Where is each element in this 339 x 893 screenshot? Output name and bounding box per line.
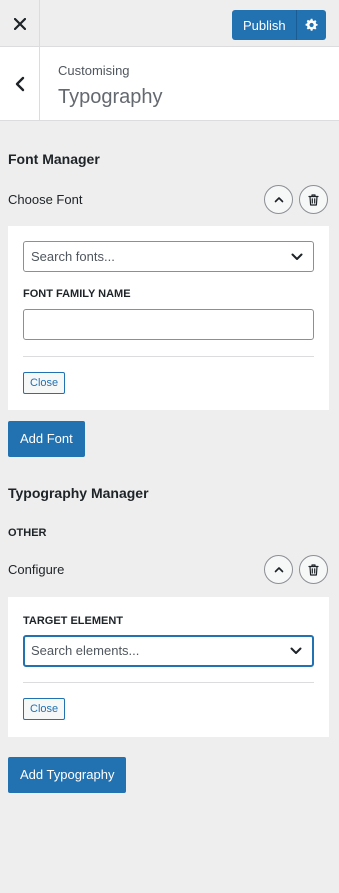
divider xyxy=(23,356,314,357)
choose-font-label: Choose Font xyxy=(8,192,83,207)
customizer-topbar: Publish xyxy=(0,0,339,47)
configure-label: Configure xyxy=(8,562,65,577)
chevron-up-icon xyxy=(274,567,283,573)
font-family-name-label: FONT FAMILY NAME xyxy=(23,288,131,300)
breadcrumb: Customising xyxy=(58,63,130,78)
font-settings-panel: Search fonts... FONT FAMILY NAME Close xyxy=(8,226,329,410)
font-search-placeholder: Search fonts... xyxy=(31,249,115,264)
typography-collapse-button[interactable] xyxy=(264,555,293,584)
font-collapse-button[interactable] xyxy=(264,185,293,214)
chevron-down-icon xyxy=(291,253,303,260)
font-delete-button[interactable] xyxy=(299,185,328,214)
typography-manager-title: Typography Manager xyxy=(8,485,149,501)
gear-icon xyxy=(305,18,318,31)
chevron-down-icon xyxy=(290,647,302,654)
close-icon xyxy=(13,17,26,30)
add-font-button[interactable]: Add Font xyxy=(8,421,85,457)
group-label-other: OTHER xyxy=(8,527,47,539)
typography-settings-panel: TARGET ELEMENT Search elements... Close xyxy=(8,597,329,737)
publish-label: Publish xyxy=(243,17,286,33)
element-search-placeholder: Search elements... xyxy=(31,643,140,658)
typography-close-button[interactable]: Close xyxy=(23,698,66,720)
page-title: Typography xyxy=(58,86,163,108)
chevron-up-icon xyxy=(274,197,283,203)
divider xyxy=(23,682,314,683)
publish-button[interactable]: Publish xyxy=(232,10,326,40)
trash-icon xyxy=(308,563,319,576)
back-button[interactable] xyxy=(0,47,40,120)
typography-delete-button[interactable] xyxy=(299,555,328,584)
font-manager-title: Font Manager xyxy=(8,151,100,167)
chevron-left-icon xyxy=(15,76,24,91)
trash-icon xyxy=(308,193,319,206)
font-close-button[interactable]: Close xyxy=(23,372,66,394)
font-family-name-input[interactable] xyxy=(23,309,314,340)
publish-settings-button[interactable] xyxy=(297,18,326,32)
close-customizer-button[interactable] xyxy=(0,0,40,47)
element-search-select[interactable]: Search elements... xyxy=(23,635,314,667)
add-typography-button[interactable]: Add Typography xyxy=(8,757,127,793)
target-element-label: TARGET ELEMENT xyxy=(23,615,124,627)
section-header: Customising Typography xyxy=(0,47,339,121)
font-search-select[interactable]: Search fonts... xyxy=(23,241,314,272)
